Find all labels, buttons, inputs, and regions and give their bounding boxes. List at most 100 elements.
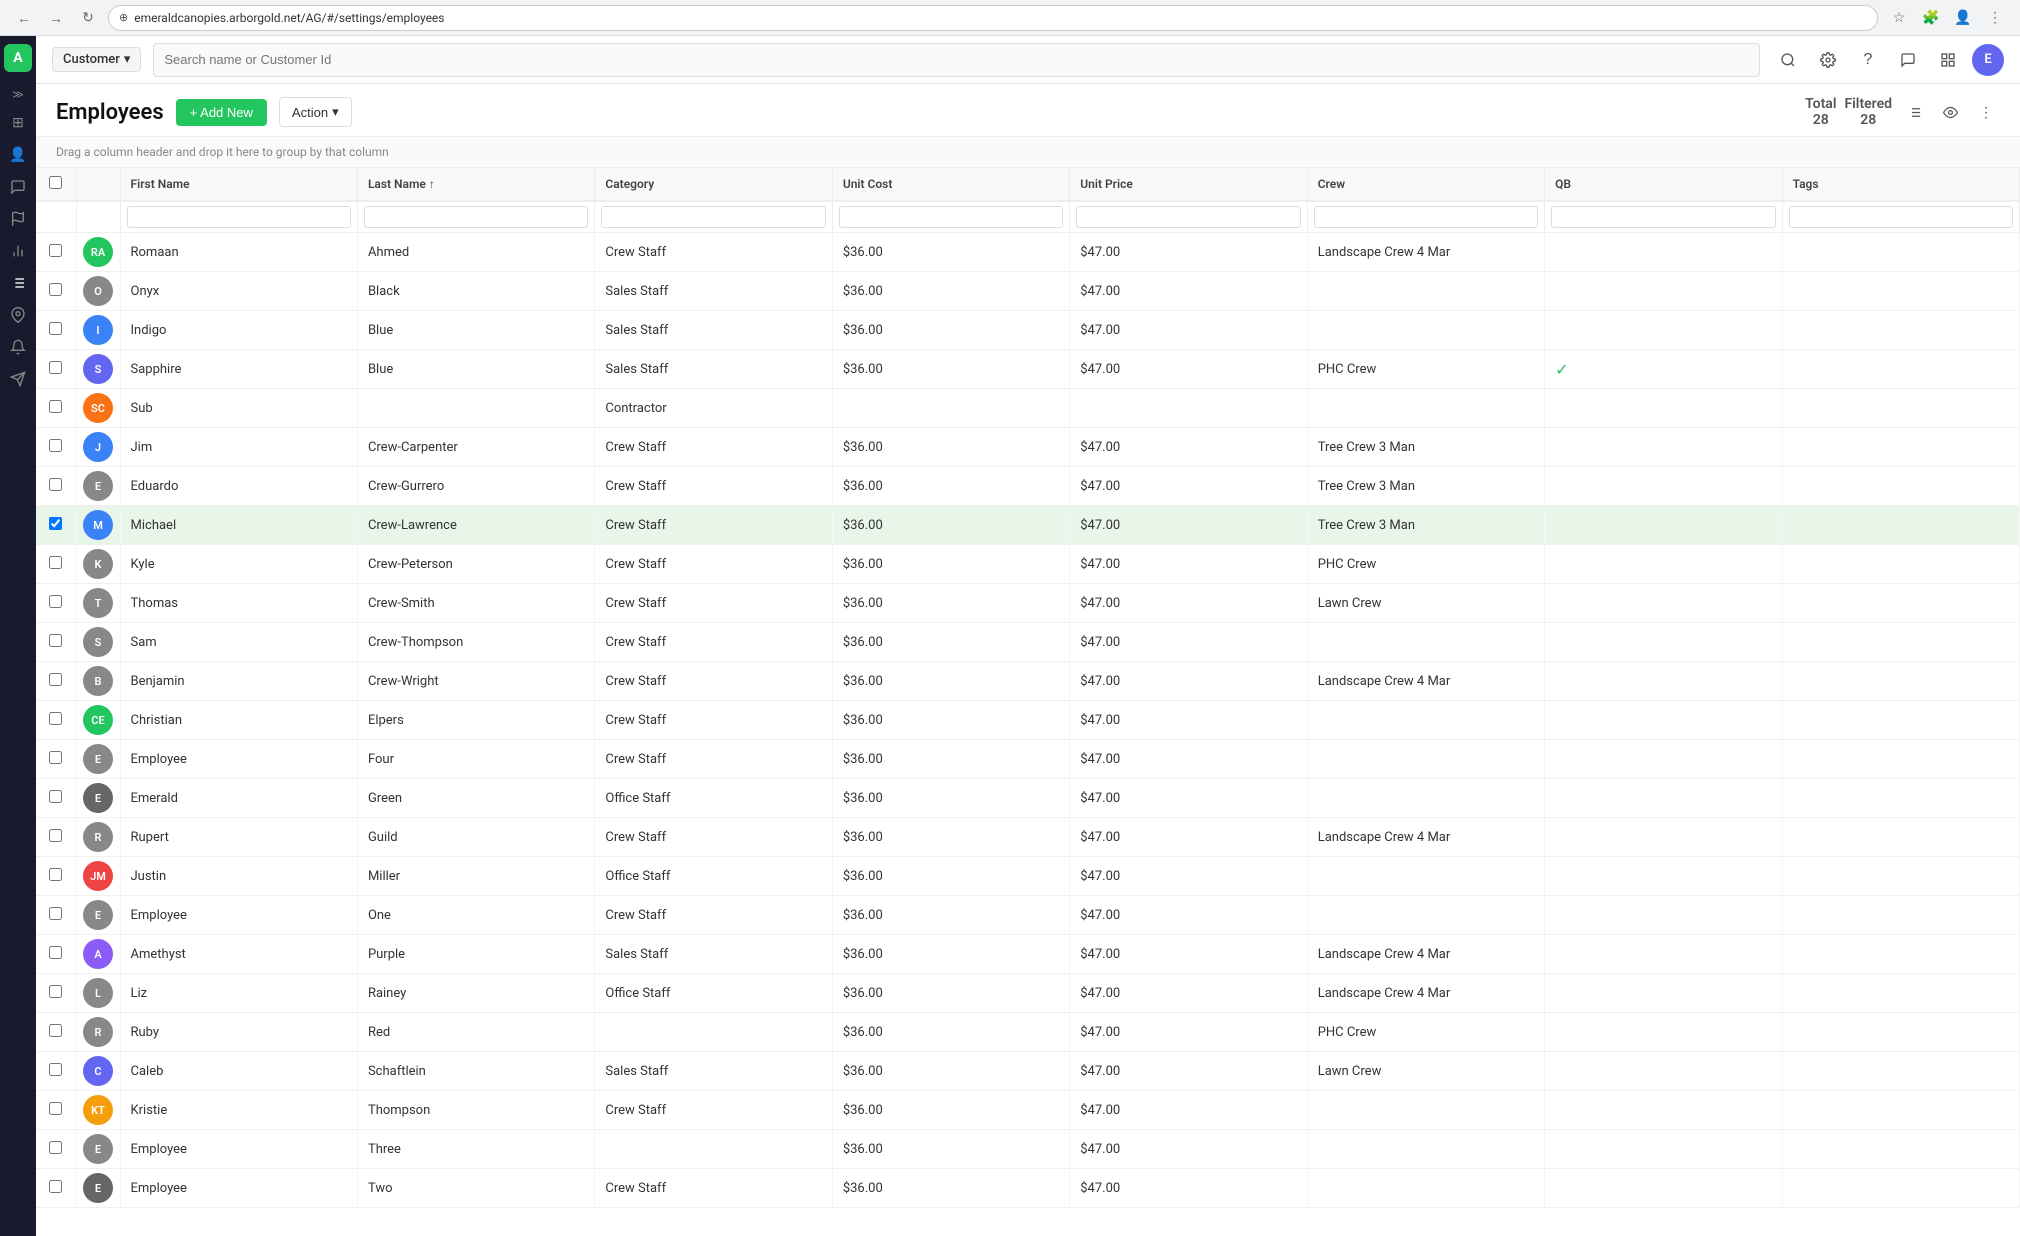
bookmark-button[interactable]: ☆ <box>1886 5 1912 31</box>
row-checkbox[interactable] <box>49 868 62 881</box>
table-row[interactable]: A Amethyst Purple Sales Staff $36.00 $47… <box>36 935 2020 974</box>
row-checkbox[interactable] <box>49 1024 62 1037</box>
row-checkbox-cell[interactable] <box>36 818 76 857</box>
filter-first-name-input[interactable] <box>127 206 351 228</box>
sidebar-item-grid[interactable]: ⊞ <box>4 109 32 137</box>
menu-button[interactable]: ⋮ <box>1982 5 2008 31</box>
row-checkbox-cell[interactable] <box>36 545 76 584</box>
filter-category[interactable] <box>595 201 832 233</box>
table-row[interactable]: SC Sub Contractor <box>36 389 2020 428</box>
table-container[interactable]: First Name Last Name ↑ Category Unit Cos… <box>36 168 2020 1236</box>
more-options-button[interactable]: ⋮ <box>1972 98 2000 126</box>
row-checkbox-cell[interactable] <box>36 506 76 545</box>
user-avatar[interactable]: E <box>1972 44 2004 76</box>
row-checkbox-cell[interactable] <box>36 974 76 1013</box>
sidebar-item-location[interactable] <box>4 301 32 329</box>
filter-last-name[interactable] <box>357 201 594 233</box>
search-button[interactable] <box>1772 44 1804 76</box>
filter-first-name[interactable] <box>120 201 357 233</box>
filter-qb-input[interactable] <box>1551 206 1775 228</box>
row-checkbox[interactable] <box>49 322 62 335</box>
table-row[interactable]: S Sapphire Blue Sales Staff $36.00 $47.0… <box>36 350 2020 389</box>
row-checkbox-cell[interactable] <box>36 311 76 350</box>
row-checkbox[interactable] <box>49 946 62 959</box>
row-checkbox[interactable] <box>49 517 62 530</box>
customer-selector[interactable]: Customer ▾ <box>52 47 141 72</box>
tags-header[interactable]: Tags <box>1782 168 2019 201</box>
category-header[interactable]: Category <box>595 168 832 201</box>
row-checkbox-cell[interactable] <box>36 740 76 779</box>
row-checkbox[interactable] <box>49 907 62 920</box>
table-row[interactable]: R Ruby Red $36.00 $47.00 PHC Crew <box>36 1013 2020 1052</box>
row-checkbox-cell[interactable] <box>36 1169 76 1208</box>
sidebar-item-person[interactable]: 👤 <box>4 141 32 169</box>
row-checkbox-cell[interactable] <box>36 857 76 896</box>
column-config-button[interactable] <box>1900 98 1928 126</box>
row-checkbox-cell[interactable] <box>36 1091 76 1130</box>
row-checkbox[interactable] <box>49 712 62 725</box>
row-checkbox-cell[interactable] <box>36 389 76 428</box>
help-button[interactable]: ? <box>1852 44 1884 76</box>
filter-crew[interactable] <box>1307 201 1544 233</box>
first-name-header[interactable]: First Name <box>120 168 357 201</box>
back-button[interactable]: ← <box>12 6 36 30</box>
search-input[interactable] <box>153 43 1760 77</box>
sidebar-item-chart[interactable] <box>4 237 32 265</box>
row-checkbox[interactable] <box>49 673 62 686</box>
filter-tags-input[interactable] <box>1789 206 2013 228</box>
chat-button[interactable] <box>1892 44 1924 76</box>
row-checkbox-cell[interactable] <box>36 935 76 974</box>
table-row[interactable]: S Sam Crew-Thompson Crew Staff $36.00 $4… <box>36 623 2020 662</box>
sidebar-item-bell[interactable] <box>4 333 32 361</box>
sidebar-item-chat[interactable] <box>4 173 32 201</box>
sidebar-item-flag[interactable] <box>4 205 32 233</box>
row-checkbox[interactable] <box>49 1102 62 1115</box>
table-row[interactable]: E Eduardo Crew-Gurrero Crew Staff $36.00… <box>36 467 2020 506</box>
filter-qb[interactable] <box>1545 201 1782 233</box>
filter-last-name-input[interactable] <box>364 206 588 228</box>
table-row[interactable]: O Onyx Black Sales Staff $36.00 $47.00 <box>36 272 2020 311</box>
filter-unit-price[interactable] <box>1070 201 1307 233</box>
row-checkbox[interactable] <box>49 985 62 998</box>
row-checkbox[interactable] <box>49 244 62 257</box>
row-checkbox[interactable] <box>49 751 62 764</box>
row-checkbox-cell[interactable] <box>36 896 76 935</box>
row-checkbox-cell[interactable] <box>36 272 76 311</box>
action-button[interactable]: Action ▾ <box>279 97 352 127</box>
row-checkbox[interactable] <box>49 400 62 413</box>
row-checkbox-cell[interactable] <box>36 350 76 389</box>
filter-unit-cost-input[interactable] <box>839 206 1063 228</box>
row-checkbox-cell[interactable] <box>36 1052 76 1091</box>
row-checkbox[interactable] <box>49 478 62 491</box>
apps-button[interactable] <box>1932 44 1964 76</box>
unit-price-header[interactable]: Unit Price <box>1070 168 1307 201</box>
forward-button[interactable]: → <box>44 6 68 30</box>
row-checkbox-cell[interactable] <box>36 1013 76 1052</box>
row-checkbox-cell[interactable] <box>36 428 76 467</box>
settings-button[interactable] <box>1812 44 1844 76</box>
row-checkbox-cell[interactable] <box>36 623 76 662</box>
table-row[interactable]: JM Justin Miller Office Staff $36.00 $47… <box>36 857 2020 896</box>
row-checkbox[interactable] <box>49 361 62 374</box>
table-row[interactable]: I Indigo Blue Sales Staff $36.00 $47.00 <box>36 311 2020 350</box>
row-checkbox-cell[interactable] <box>36 662 76 701</box>
table-row[interactable]: C Caleb Schaftlein Sales Staff $36.00 $4… <box>36 1052 2020 1091</box>
row-checkbox-cell[interactable] <box>36 584 76 623</box>
refresh-button[interactable]: ↻ <box>76 6 100 30</box>
row-checkbox-cell[interactable] <box>36 779 76 818</box>
check-all-header[interactable] <box>36 168 76 201</box>
row-checkbox[interactable] <box>49 595 62 608</box>
table-row[interactable]: K Kyle Crew-Peterson Crew Staff $36.00 $… <box>36 545 2020 584</box>
collapse-icon[interactable]: ≫ <box>12 84 24 105</box>
action-dropdown[interactable]: Action ▾ <box>279 97 352 127</box>
row-checkbox[interactable] <box>49 1063 62 1076</box>
table-row[interactable]: L Liz Rainey Office Staff $36.00 $47.00 … <box>36 974 2020 1013</box>
row-checkbox-cell[interactable] <box>36 467 76 506</box>
table-row[interactable]: CE Christian Elpers Crew Staff $36.00 $4… <box>36 701 2020 740</box>
extensions-button[interactable]: 🧩 <box>1918 5 1944 31</box>
profile-button[interactable]: 👤 <box>1950 5 1976 31</box>
row-checkbox-cell[interactable] <box>36 1130 76 1169</box>
crew-header[interactable]: Crew <box>1307 168 1544 201</box>
row-checkbox[interactable] <box>49 829 62 842</box>
table-row[interactable]: E Employee Four Crew Staff $36.00 $47.00 <box>36 740 2020 779</box>
